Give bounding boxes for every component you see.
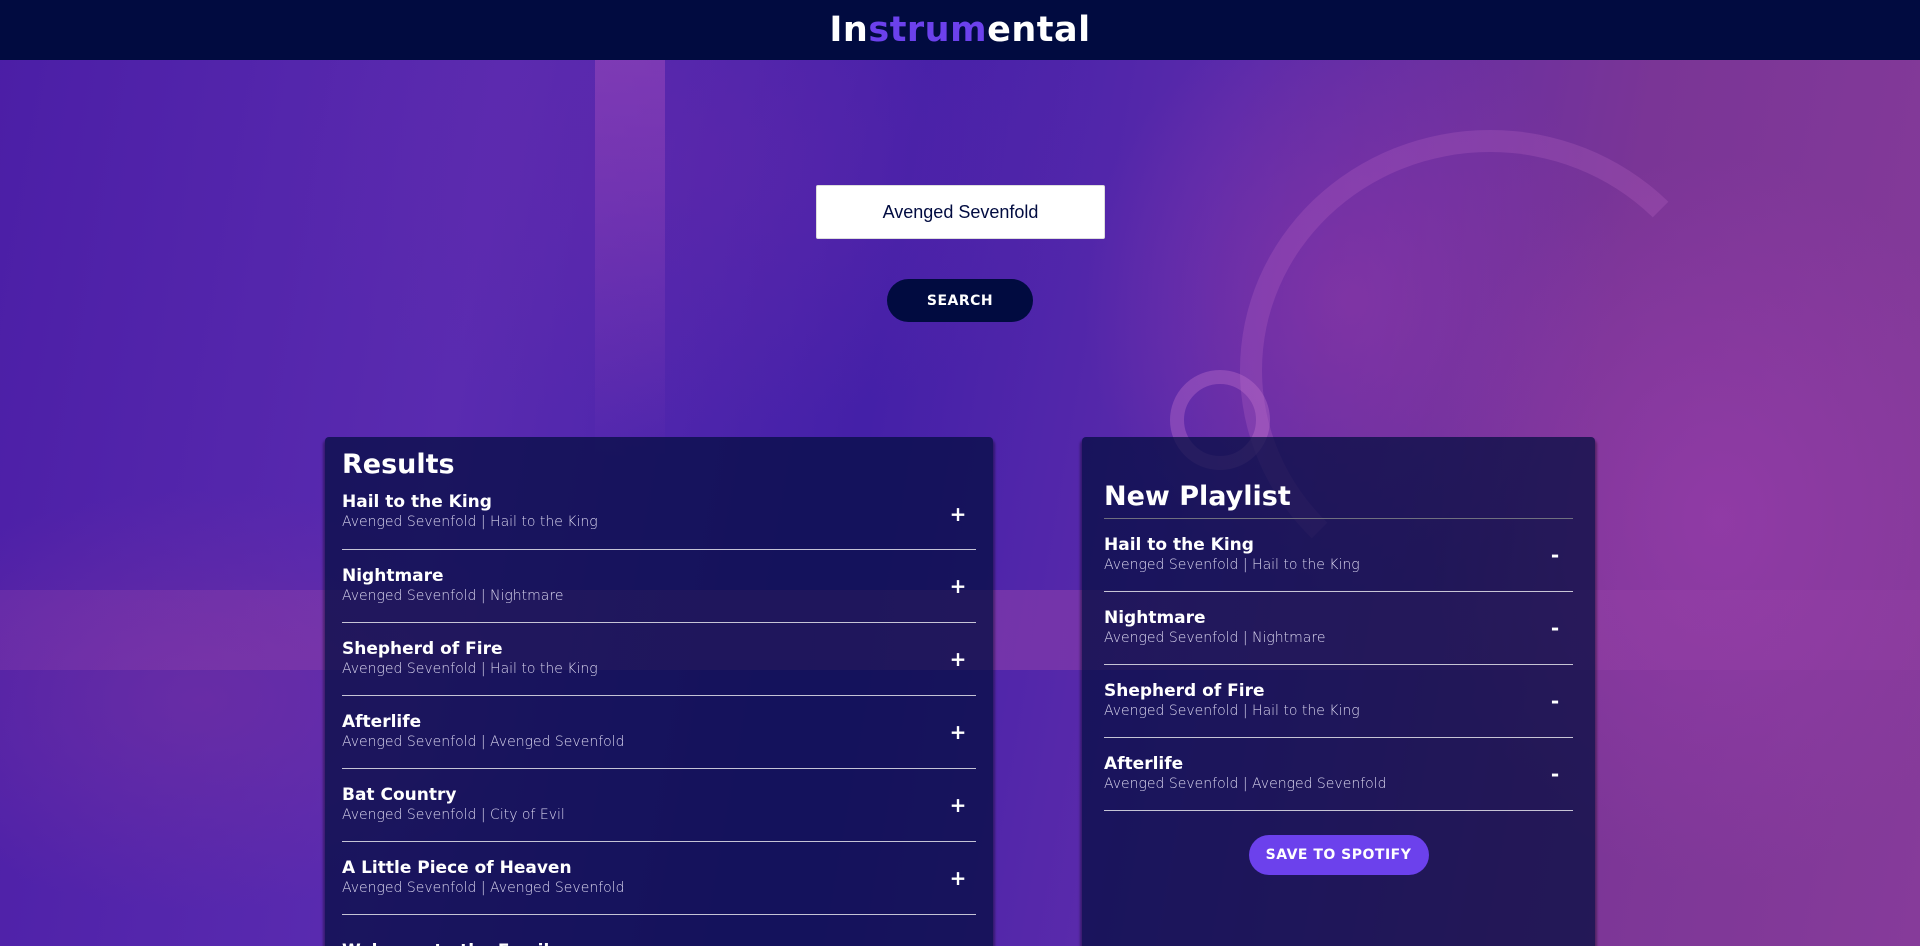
track-row: Shepherd of Fire Avenged Sevenfold | Hail… <box>342 623 976 696</box>
track-meta: Avenged Sevenfold | City of Evil <box>342 807 565 823</box>
search-input[interactable] <box>816 185 1105 239</box>
logo-accent: strum <box>868 10 988 50</box>
track-name: Hail to the King <box>342 492 492 512</box>
track-meta: Avenged Sevenfold | Nightmare <box>1104 630 1326 646</box>
track-info: Bat Country Avenged Sevenfold | City of E… <box>342 785 565 825</box>
add-track-plus-icon[interactable]: + <box>940 568 976 604</box>
add-track-plus-icon[interactable]: + <box>940 860 976 896</box>
track-row: Nightmare Avenged Sevenfold | Nightmare - <box>1104 592 1573 665</box>
track-meta: Avenged Sevenfold | Nightmare <box>342 588 564 604</box>
track-meta: Avenged Sevenfold | Avenged Sevenfold <box>342 880 625 896</box>
track-name: A Little Piece of Heaven <box>342 858 572 878</box>
add-track-plus-icon[interactable]: + <box>940 496 976 532</box>
track-name: Nightmare <box>1104 608 1206 628</box>
track-name: Shepherd of Fire <box>342 639 503 659</box>
results-panel: Results Hail to the King Avenged Sevenfol… <box>325 437 993 946</box>
track-meta: Avenged Sevenfold | Hail to the King <box>1104 703 1360 719</box>
track-info: Nightmare Avenged Sevenfold | Nightmare <box>342 566 563 606</box>
track-row: Bat Country Avenged Sevenfold | City of E… <box>342 769 976 842</box>
track-name: Welcome to the Family <box>342 941 560 946</box>
app-logo: Instrumental <box>829 10 1090 50</box>
track-row: Hail to the King Avenged Sevenfold | Hail… <box>342 490 976 550</box>
track-row: Shepherd of Fire Avenged Sevenfold | Hail… <box>1104 665 1573 738</box>
add-track-plus-icon[interactable] <box>940 933 976 946</box>
track-name: Hail to the King <box>1104 535 1254 555</box>
track-row: Welcome to the Family <box>342 915 976 946</box>
track-meta: Avenged Sevenfold | Hail to the King <box>342 661 598 677</box>
playlist-panel: Hail to the King Avenged Sevenfold | Hail… <box>1082 437 1595 946</box>
track-info: Hail to the King Avenged Sevenfold | Hail… <box>342 492 598 532</box>
playlist-list: Hail to the King Avenged Sevenfold | Hail… <box>1104 519 1573 811</box>
add-track-plus-icon[interactable]: + <box>940 787 976 823</box>
track-info: Nightmare Avenged Sevenfold | Nightmare <box>1104 608 1325 648</box>
logo-prefix: In <box>829 10 869 50</box>
track-name: Bat Country <box>342 785 457 805</box>
track-meta: Avenged Sevenfold | Hail to the King <box>1104 557 1360 573</box>
track-info: Hail to the King Avenged Sevenfold | Hail… <box>1104 535 1360 575</box>
track-meta: Avenged Sevenfold | Avenged Sevenfold <box>1104 776 1387 792</box>
track-row: Nightmare Avenged Sevenfold | Nightmare + <box>342 550 976 623</box>
remove-track-minus-icon[interactable]: - <box>1537 537 1573 573</box>
track-name: Afterlife <box>1104 754 1184 774</box>
remove-track-minus-icon[interactable]: - <box>1537 683 1573 719</box>
add-track-plus-icon[interactable]: + <box>940 641 976 677</box>
search-button[interactable]: SEARCH <box>887 279 1033 322</box>
track-row: Afterlife Avenged Sevenfold | Avenged Sev… <box>1104 738 1573 811</box>
track-info: Afterlife Avenged Sevenfold | Avenged Sev… <box>342 712 624 752</box>
track-row: A Little Piece of Heaven Avenged Sevenfol… <box>342 842 976 915</box>
track-info: Welcome to the Family <box>342 941 560 946</box>
playlist-name-input[interactable] <box>1104 481 1573 519</box>
track-info: Shepherd of Fire Avenged Sevenfold | Hail… <box>1104 681 1360 721</box>
track-info: A Little Piece of Heaven Avenged Sevenfol… <box>342 858 624 898</box>
results-list: Hail to the King Avenged Sevenfold | Hail… <box>342 490 976 946</box>
track-info: Shepherd of Fire Avenged Sevenfold | Hail… <box>342 639 598 679</box>
save-to-spotify-button[interactable]: SAVE TO SPOTIFY <box>1248 835 1429 875</box>
background-decoration <box>595 60 665 460</box>
track-row: Afterlife Avenged Sevenfold | Avenged Sev… <box>342 696 976 769</box>
track-name: Shepherd of Fire <box>1104 681 1265 701</box>
track-meta: Avenged Sevenfold | Avenged Sevenfold <box>342 734 625 750</box>
track-meta: Avenged Sevenfold | Hail to the King <box>342 514 598 530</box>
track-row: Hail to the King Avenged Sevenfold | Hail… <box>1104 519 1573 592</box>
remove-track-minus-icon[interactable]: - <box>1537 756 1573 792</box>
add-track-plus-icon[interactable]: + <box>940 714 976 750</box>
track-info: Afterlife Avenged Sevenfold | Avenged Sev… <box>1104 754 1386 794</box>
logo-suffix: ental <box>987 10 1091 50</box>
results-title: Results <box>342 449 455 480</box>
track-name: Nightmare <box>342 566 444 586</box>
track-name: Afterlife <box>342 712 422 732</box>
remove-track-minus-icon[interactable]: - <box>1537 610 1573 646</box>
app-header: Instrumental <box>0 0 1920 60</box>
